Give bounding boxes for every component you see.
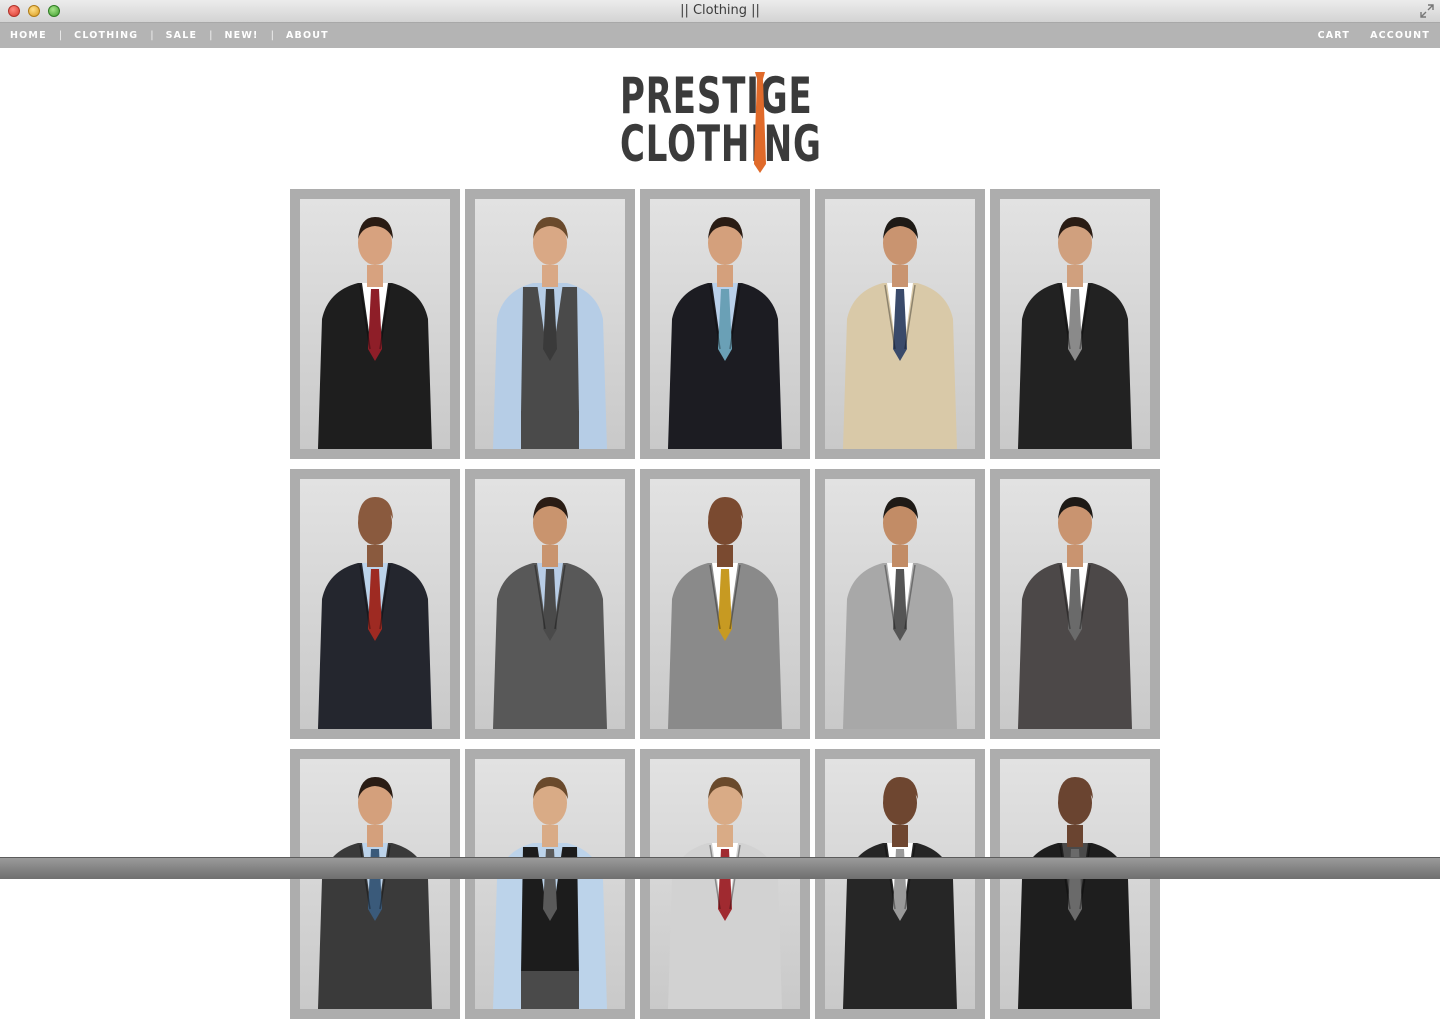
product-photo <box>825 759 975 1009</box>
product-photo <box>300 479 450 729</box>
product-tile[interactable] <box>290 749 460 1019</box>
tie-icon <box>754 72 766 173</box>
product-tile[interactable] <box>990 189 1160 459</box>
suit-model-image <box>1018 217 1132 449</box>
nav-new-link[interactable]: NEW! <box>225 30 259 41</box>
product-photo <box>1000 479 1150 729</box>
nav-about-link[interactable]: ABOUT <box>286 30 329 41</box>
product-photo <box>1000 199 1150 449</box>
nav-home-link[interactable]: HOME <box>10 30 47 41</box>
product-tile[interactable] <box>815 189 985 459</box>
product-tile[interactable] <box>640 749 810 1019</box>
suit-model-image <box>493 497 607 729</box>
suit-model-image <box>1018 777 1132 1009</box>
suit-model-image <box>668 497 782 729</box>
nav-right-group: CART ACCOUNT <box>1298 23 1430 48</box>
product-photo <box>475 759 625 1009</box>
window-bottom-edge <box>0 857 1440 879</box>
nav-separator: | <box>150 30 154 41</box>
product-tile[interactable] <box>465 189 635 459</box>
main-nav: HOME | CLOTHING | SALE | NEW! | ABOUT CA… <box>0 23 1440 48</box>
product-tile[interactable] <box>640 469 810 739</box>
nav-clothing-link[interactable]: CLOTHING <box>74 30 138 41</box>
product-tile[interactable] <box>290 469 460 739</box>
product-photo <box>825 199 975 449</box>
brand-logo[interactable]: PRESTIGE CLOTHING <box>620 68 822 174</box>
product-photo <box>300 759 450 1009</box>
product-photo <box>650 199 800 449</box>
suit-model-image <box>843 777 957 1009</box>
window-title: || Clothing || <box>680 3 760 18</box>
product-photo <box>650 479 800 729</box>
product-photo <box>475 479 625 729</box>
product-tile[interactable] <box>990 469 1160 739</box>
nav-separator: | <box>270 30 274 41</box>
suit-model-image <box>668 217 782 449</box>
product-tile[interactable] <box>465 749 635 1019</box>
product-photo <box>475 199 625 449</box>
window-titlebar: || Clothing || <box>0 0 1440 23</box>
suit-model-image <box>318 497 432 729</box>
product-photo <box>650 759 800 1009</box>
product-tile[interactable] <box>465 469 635 739</box>
product-tile[interactable] <box>290 189 460 459</box>
suit-model-image <box>318 777 432 1009</box>
suit-model-image <box>1018 497 1132 729</box>
suit-model-image <box>493 777 607 1009</box>
nav-left-group: HOME | CLOTHING | SALE | NEW! | ABOUT <box>10 23 329 48</box>
product-tile[interactable] <box>815 749 985 1019</box>
product-tile[interactable] <box>990 749 1160 1019</box>
suit-model-image <box>668 777 782 1009</box>
product-photo <box>825 479 975 729</box>
product-tile[interactable] <box>640 189 810 459</box>
product-tile[interactable] <box>815 469 985 739</box>
suit-model-image <box>318 217 432 449</box>
product-grid <box>290 189 1160 1019</box>
product-photo <box>300 199 450 449</box>
product-photo <box>1000 759 1150 1009</box>
suit-model-image <box>493 217 607 449</box>
nav-account-link[interactable]: ACCOUNT <box>1370 30 1430 41</box>
nav-separator: | <box>209 30 213 41</box>
logo-line-2: CLOTHING <box>620 116 822 174</box>
nav-separator: | <box>58 30 63 41</box>
fullscreen-icon[interactable] <box>1420 4 1434 18</box>
nav-cart-link[interactable]: CART <box>1318 30 1351 41</box>
nav-sale-link[interactable]: SALE <box>166 30 198 41</box>
suit-model-image <box>843 497 957 729</box>
suit-model-image <box>843 217 957 449</box>
